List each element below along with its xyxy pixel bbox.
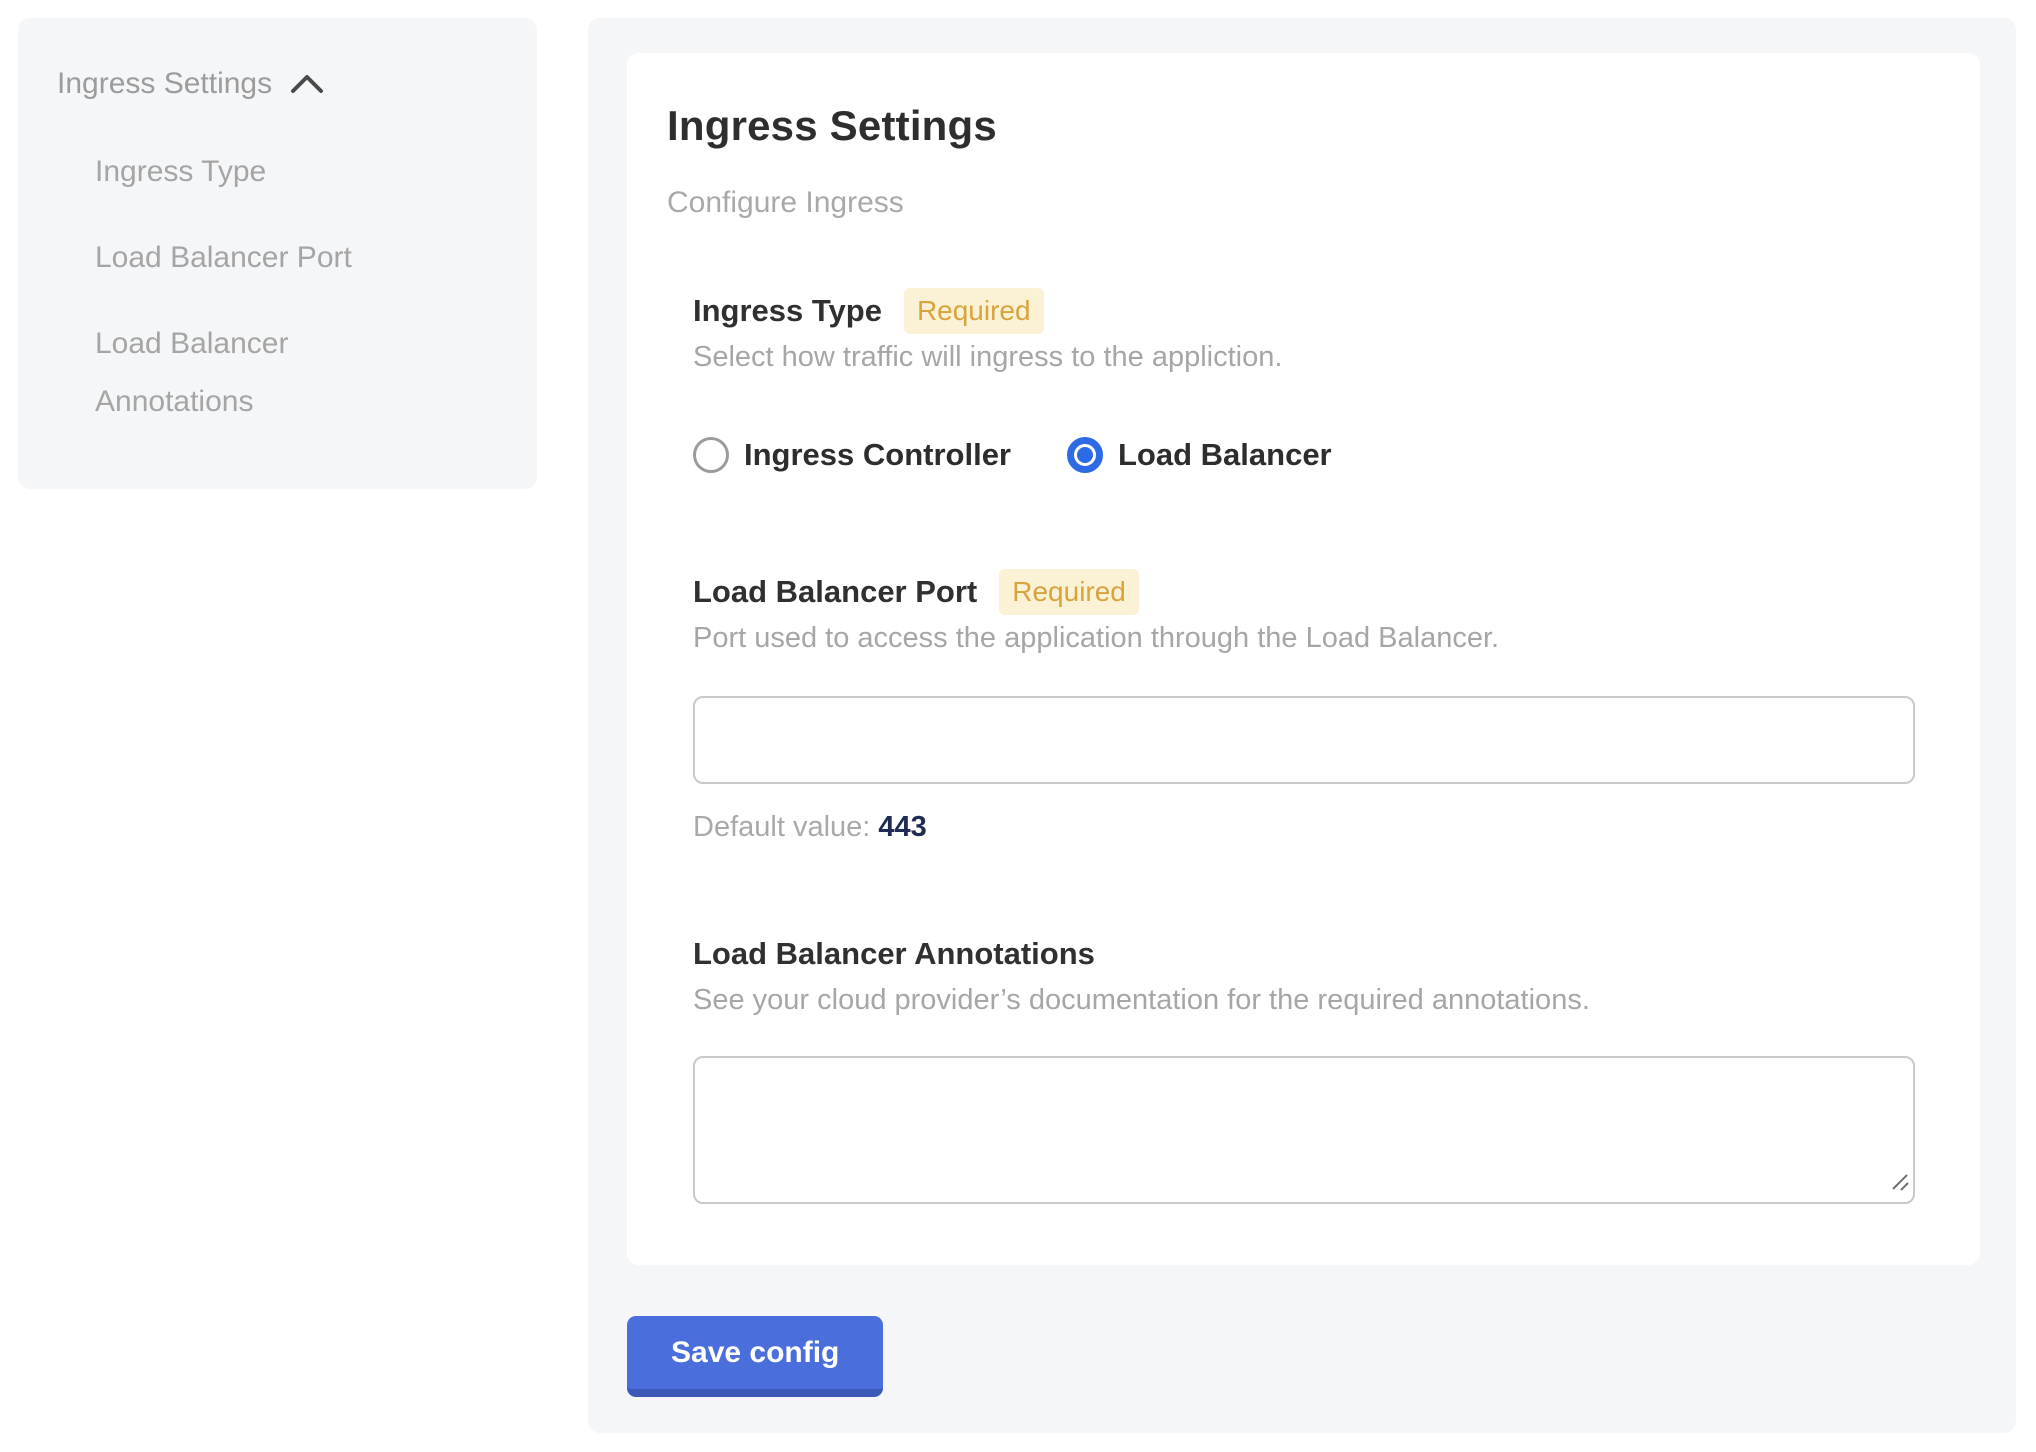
radio-option-load-balancer[interactable]: Load Balancer — [1067, 437, 1332, 473]
field-group-ingress-type: Ingress Type Required Select how traffic… — [693, 288, 1915, 473]
sidebar-item-ingress-type[interactable]: Ingress Type — [95, 143, 435, 201]
ingress-type-radio-group: Ingress Controller Load Balancer — [693, 437, 1915, 473]
heading-row: Ingress Type Required — [693, 288, 1915, 334]
sidebar-item-load-balancer-annotations[interactable]: Load Balancer Annotations — [95, 315, 435, 431]
section-description-ingress-type: Select how traffic will ingress to the a… — [693, 338, 1915, 377]
sidebar-item-load-balancer-port[interactable]: Load Balancer Port — [95, 229, 435, 287]
page-subtitle: Configure Ingress — [667, 183, 1915, 222]
field-group-load-balancer-port: Load Balancer Port Required Port used to… — [693, 569, 1915, 847]
default-value-label: Default value: — [693, 811, 870, 843]
config-card: Ingress Settings Configure Ingress Ingre… — [627, 53, 1980, 1265]
resize-handle-icon[interactable] — [1892, 1174, 1909, 1196]
save-config-button[interactable]: Save config — [627, 1316, 883, 1397]
section-heading-load-balancer-annotations: Load Balancer Annotations — [693, 934, 1095, 974]
radio-selected-dot — [1077, 447, 1093, 463]
chevron-up-icon — [290, 68, 324, 104]
default-value-help: Default value:443 — [693, 808, 1915, 847]
sidebar-group-ingress-settings[interactable]: Ingress Settings — [57, 64, 497, 104]
field-group-load-balancer-annotations: Load Balancer Annotations See your cloud… — [693, 931, 1915, 1204]
radio-ingress-controller[interactable] — [693, 437, 729, 473]
radio-load-balancer[interactable] — [1067, 437, 1103, 473]
section-heading-load-balancer-port: Load Balancer Port — [693, 572, 977, 612]
default-value-number: 443 — [878, 811, 926, 843]
heading-row: Load Balancer Annotations — [693, 931, 1915, 977]
load-balancer-annotations-textarea[interactable] — [693, 1056, 1915, 1204]
section-heading-ingress-type: Ingress Type — [693, 291, 882, 331]
sidebar-group-label: Ingress Settings — [57, 66, 272, 102]
config-panel: Ingress Settings Configure Ingress Ingre… — [588, 18, 2016, 1433]
radio-option-ingress-controller[interactable]: Ingress Controller — [693, 437, 1011, 473]
required-badge: Required — [999, 569, 1139, 615]
radio-label-ingress-controller: Ingress Controller — [744, 437, 1011, 473]
radio-label-load-balancer: Load Balancer — [1118, 437, 1332, 473]
textarea-wrap — [693, 1056, 1915, 1204]
load-balancer-port-input[interactable] — [693, 696, 1915, 784]
section-description-load-balancer-port: Port used to access the application thro… — [693, 619, 1915, 658]
page-title: Ingress Settings — [667, 101, 1915, 151]
sidebar-item-list: Ingress Type Load Balancer Port Load Bal… — [57, 143, 497, 431]
required-badge: Required — [904, 288, 1044, 334]
heading-row: Load Balancer Port Required — [693, 569, 1915, 615]
config-nav-sidebar: Ingress Settings Ingress Type Load Balan… — [18, 18, 537, 489]
section-description-load-balancer-annotations: See your cloud provider’s documentation … — [693, 981, 1915, 1020]
